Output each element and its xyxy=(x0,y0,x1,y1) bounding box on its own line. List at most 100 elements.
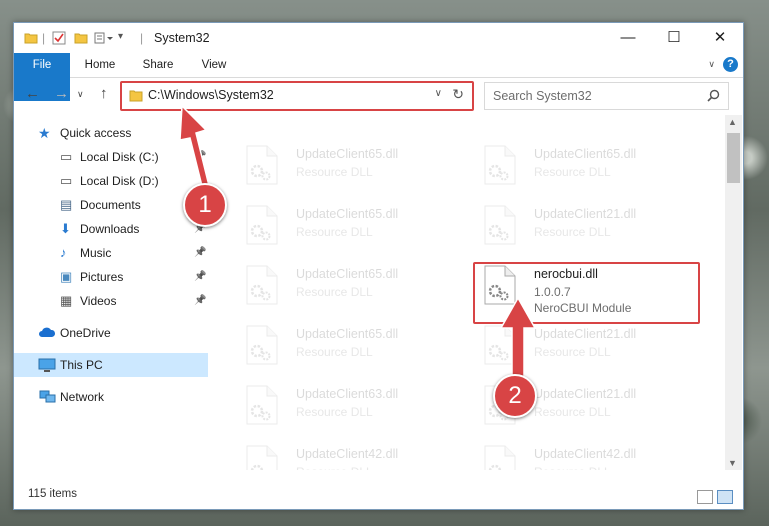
documents-icon: ▤ xyxy=(60,197,73,212)
nav-this-pc[interactable]: This PC xyxy=(14,353,208,377)
file-name: UpdateClient65.dll xyxy=(296,147,399,161)
file-name: UpdateClient65.dll xyxy=(296,207,399,221)
file-type: Resource DLL xyxy=(534,165,611,179)
file-name: UpdateClient65.dll xyxy=(296,327,399,341)
file-type: Resource DLL xyxy=(296,225,373,239)
file-item[interactable]: UpdateClient21.dll Resource DLL xyxy=(484,203,704,251)
customize-toolbar-icon[interactable] xyxy=(94,31,114,45)
file-item[interactable]: UpdateClient65.dll Resource DLL xyxy=(246,263,466,311)
minimize-button[interactable]: — xyxy=(605,23,651,53)
title-separator: | xyxy=(140,31,144,45)
pin-icon[interactable]: 📌 xyxy=(194,289,206,313)
nav-label: Downloads xyxy=(80,222,140,236)
file-name: UpdateClient21.dll xyxy=(534,387,637,401)
drive-icon: ▭ xyxy=(60,173,73,188)
file-type: Resource DLL xyxy=(296,405,373,419)
status-bar: 115 items xyxy=(14,470,743,509)
file-type: Resource DLL xyxy=(296,165,373,179)
item-count: 115 items xyxy=(28,488,78,500)
file-name: UpdateClient21.dll xyxy=(534,327,637,341)
downloads-icon: ⬇ xyxy=(60,221,71,236)
pin-icon[interactable]: 📌 xyxy=(194,241,206,265)
videos-icon: ▦ xyxy=(60,293,73,308)
help-button[interactable]: ? xyxy=(723,57,738,72)
nav-label: OneDrive xyxy=(60,326,111,340)
folder-icon xyxy=(24,33,38,44)
expand-ribbon-icon[interactable]: ∨ xyxy=(708,59,715,70)
nav-label: Network xyxy=(60,390,105,404)
dll-file-icon xyxy=(246,385,278,425)
explorer-window: | ▾ | System32 — ☐ ✕ File Home Share Vie… xyxy=(13,22,744,510)
scroll-up-icon[interactable]: ▲ xyxy=(728,117,737,127)
ribbon-tabs: File Home Share View ∨ ? xyxy=(14,53,743,101)
close-button[interactable]: ✕ xyxy=(697,23,743,53)
maximize-button[interactable]: ☐ xyxy=(651,23,697,53)
nav-label: Quick access xyxy=(60,126,132,140)
tab-view[interactable]: View xyxy=(190,53,238,77)
dll-file-icon xyxy=(246,325,278,365)
vertical-scrollbar[interactable]: ▲ ▼ xyxy=(725,115,742,470)
file-item[interactable]: UpdateClient63.dll Resource DLL xyxy=(246,383,466,431)
file-item[interactable]: UpdateClient65.dll Resource DLL xyxy=(484,143,704,191)
cloud-icon xyxy=(39,327,56,337)
file-item[interactable]: UpdateClient42.dllResource DLL xyxy=(246,443,466,470)
file-type: Resource DLL xyxy=(534,345,611,359)
scroll-down-icon[interactable]: ▼ xyxy=(728,458,737,468)
file-type: Resource DLL xyxy=(534,225,611,239)
dll-file-icon xyxy=(484,145,516,185)
search-box[interactable]: Search System32 xyxy=(484,82,729,110)
nav-item[interactable]: ▣ Pictures 📌 xyxy=(14,265,208,289)
nav-label: Videos xyxy=(80,294,117,308)
file-type: Resource DLL xyxy=(296,345,373,359)
network-icon xyxy=(39,390,56,403)
new-folder-icon[interactable] xyxy=(74,31,88,45)
nav-label: Local Disk (C:) xyxy=(80,150,159,164)
details-view-icon[interactable] xyxy=(697,490,713,504)
dll-file-icon xyxy=(484,205,516,245)
properties-icon[interactable] xyxy=(52,31,66,45)
back-arrow-icon[interactable]: ← xyxy=(25,85,40,102)
toolbar-separator: | xyxy=(42,31,46,45)
file-item[interactable]: UpdateClient65.dll Resource DLL xyxy=(246,323,466,371)
nav-label: Pictures xyxy=(80,270,124,284)
nav-label: Music xyxy=(80,246,112,260)
file-name: UpdateClient65.dll xyxy=(296,267,399,281)
star-icon: ★ xyxy=(38,125,51,141)
nav-item[interactable]: ⬇ Downloads 📌 xyxy=(14,217,208,241)
dll-file-icon xyxy=(246,145,278,185)
tab-home[interactable]: Home xyxy=(76,53,124,77)
search-placeholder: Search System32 xyxy=(493,89,592,103)
scroll-thumb[interactable] xyxy=(727,133,740,183)
recent-locations-chevron-icon[interactable]: ∨ xyxy=(77,89,84,100)
search-icon[interactable] xyxy=(707,89,720,102)
nav-network[interactable]: Network xyxy=(14,385,208,409)
nav-label: Documents xyxy=(80,198,141,212)
up-arrow-icon[interactable]: ↑ xyxy=(100,85,108,102)
pin-icon[interactable]: 📌 xyxy=(194,265,206,289)
dll-file-icon xyxy=(246,265,278,305)
drive-icon: ▭ xyxy=(60,149,73,164)
file-item[interactable]: UpdateClient65.dll Resource DLL xyxy=(246,143,466,191)
file-type: Resource DLL xyxy=(534,405,611,419)
nav-onedrive[interactable]: OneDrive xyxy=(14,321,208,345)
nav-item[interactable]: ♪ Music 📌 xyxy=(14,241,208,265)
file-item[interactable]: UpdateClient65.dll Resource DLL xyxy=(246,203,466,251)
file-item[interactable]: UpdateClient42.dllResource DLL xyxy=(484,443,704,470)
file-name: UpdateClient42.dll xyxy=(534,447,637,461)
computer-icon xyxy=(38,358,56,372)
quick-access-dropdown-icon[interactable]: ▾ xyxy=(118,31,123,45)
large-icons-view-icon[interactable] xyxy=(717,490,733,504)
music-icon: ♪ xyxy=(60,245,67,260)
file-list: UpdateClient65.dll Resource DLL UpdateClie… xyxy=(208,115,725,470)
step-badge-1: 1 xyxy=(183,183,227,227)
tab-share[interactable]: Share xyxy=(134,53,182,77)
nav-label: Local Disk (D:) xyxy=(80,174,159,188)
step-badge-2: 2 xyxy=(493,374,537,418)
dll-file-icon xyxy=(246,205,278,245)
file-type: Resource DLL xyxy=(296,285,373,299)
dll-file-icon xyxy=(484,445,516,470)
nav-item[interactable]: ▦ Videos 📌 xyxy=(14,289,208,313)
title-bar: | ▾ | System32 — ☐ ✕ xyxy=(14,23,743,53)
forward-arrow-icon[interactable]: → xyxy=(54,85,69,102)
nav-label: This PC xyxy=(60,358,103,372)
